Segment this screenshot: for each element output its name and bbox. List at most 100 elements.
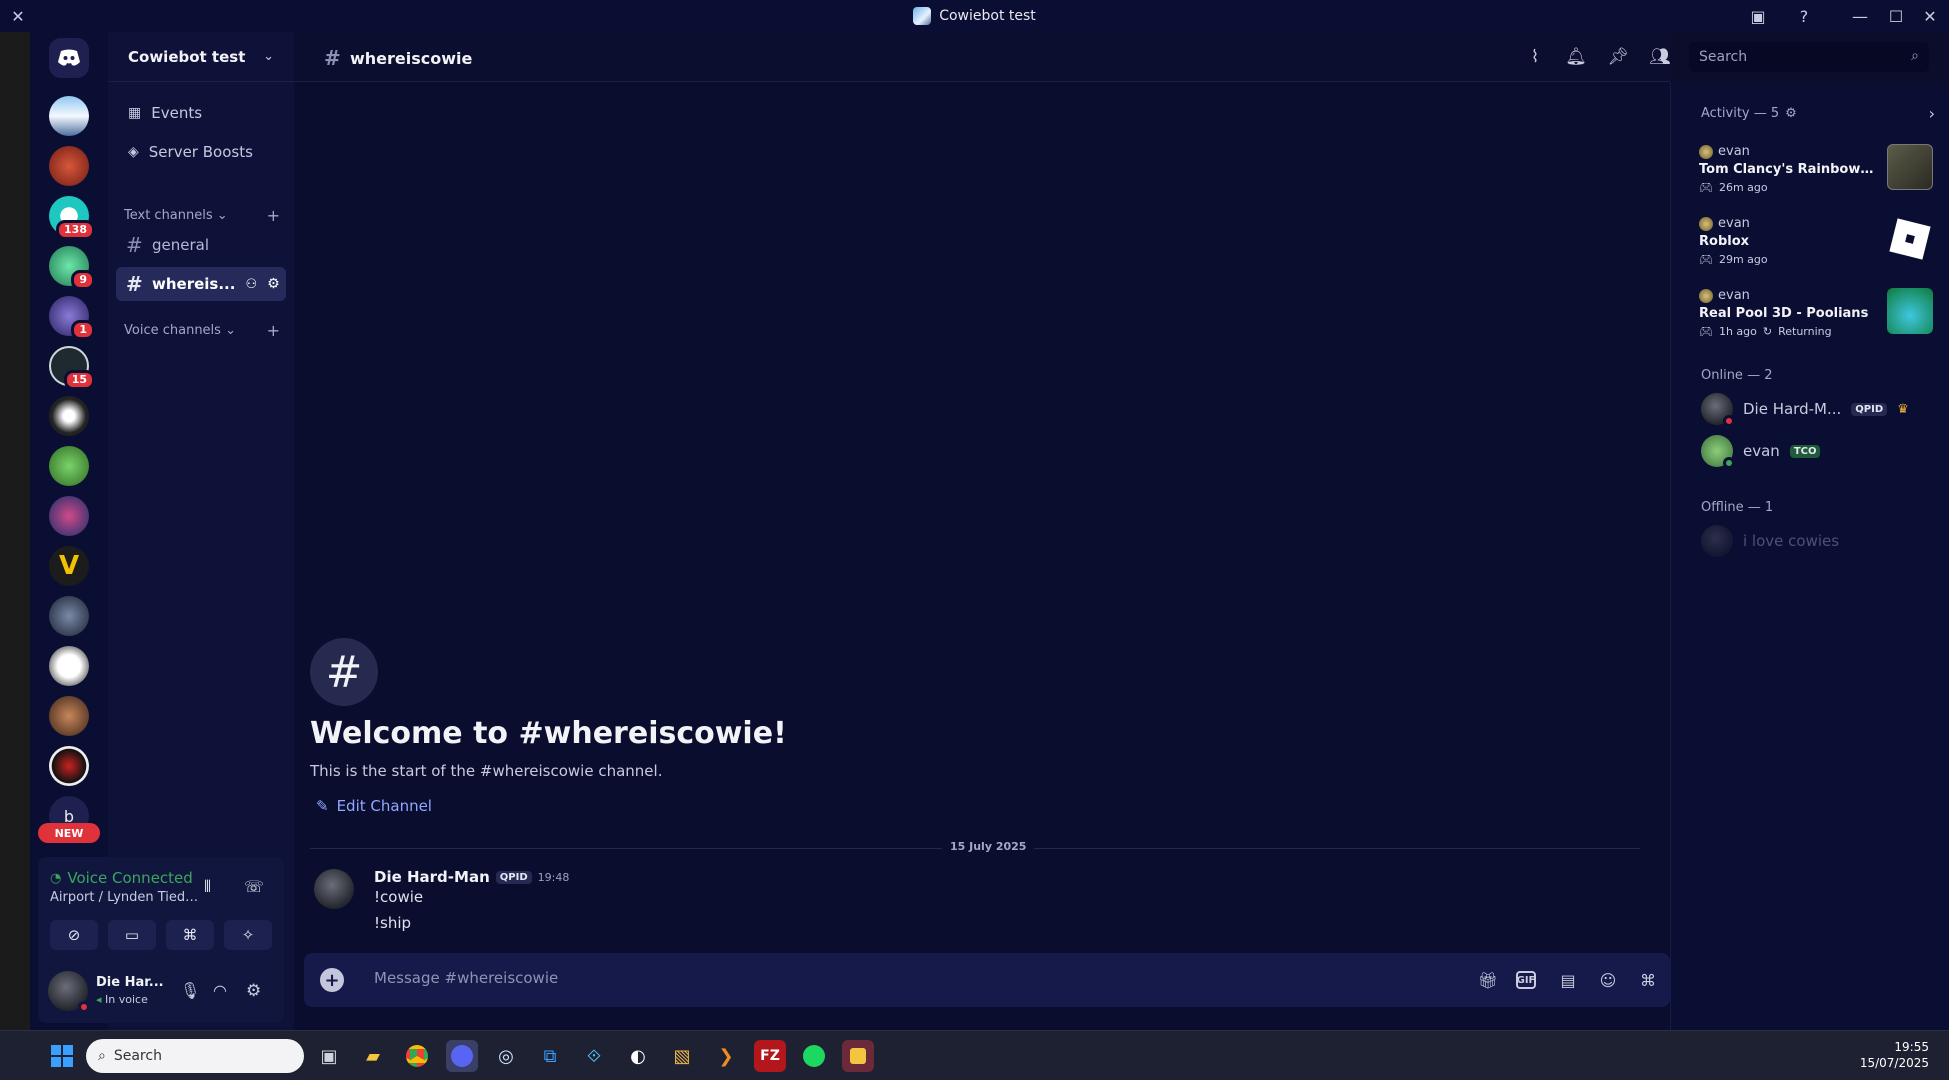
gear-icon[interactable]: ⚙ [1785, 106, 1797, 121]
invite-icon[interactable]: ⚇ [245, 277, 257, 292]
settings-gear-icon[interactable]: ⚙ [246, 981, 261, 1001]
search-icon: ⌕ [98, 1048, 106, 1064]
task-view-icon[interactable]: ▣ [313, 1040, 345, 1072]
camera-off-button[interactable]: ⊘ [50, 920, 98, 950]
minimize-icon[interactable]: — [1842, 0, 1878, 32]
welcome-subtitle: This is the start of the #whereiscowie c… [310, 762, 663, 780]
server-icon-3[interactable]: 138 [49, 196, 95, 240]
spotify-icon[interactable] [798, 1040, 830, 1072]
server-icon-8[interactable] [49, 446, 89, 486]
add-channel-icon[interactable]: + [267, 206, 280, 225]
member-row[interactable]: evan TCO [1701, 433, 1941, 469]
activity-time: 1h ago [1718, 325, 1757, 338]
filezilla-icon[interactable]: FZ [754, 1040, 786, 1072]
file-explorer-icon[interactable]: ▰ [357, 1040, 389, 1072]
activity-button[interactable]: ⌘ [166, 920, 214, 950]
message-line: !ship [374, 914, 412, 932]
nav-server-boosts[interactable]: ◈ Server Boosts [116, 135, 286, 169]
server-icon-11[interactable] [49, 596, 89, 636]
user-name[interactable]: Die Har... [96, 975, 164, 990]
guild-tag[interactable]: QPID [495, 870, 532, 884]
category-text-channels[interactable]: Text channels ⌄ + [116, 204, 286, 226]
screen-share-button[interactable]: ▭ [108, 920, 156, 950]
taskbar-search-placeholder: Search [113, 1048, 162, 1064]
channel-whereiscowie[interactable]: # whereis... ⚇ ⚙ [116, 267, 286, 301]
virtualbox-icon[interactable]: ⧉ [534, 1040, 566, 1072]
apps-icon[interactable]: ⌘ [1636, 968, 1660, 992]
inbox-icon[interactable]: ▣ [1740, 0, 1776, 32]
soundboard-button[interactable]: ✧ [224, 920, 272, 950]
member-list-icon[interactable]: 👥︎ [1649, 46, 1671, 68]
member-name: evan [1743, 442, 1780, 460]
gif-icon[interactable]: GIF [1516, 971, 1536, 989]
message-author[interactable]: Die Hard-Man [374, 868, 490, 886]
close-icon[interactable]: ✕ [1912, 0, 1948, 32]
sublime-icon[interactable]: ❯ [710, 1040, 742, 1072]
activity-card[interactable]: evan Real Pool 3D - Poolians 🎮︎ 1h ago ↻ Re… [1699, 288, 1939, 354]
gift-icon[interactable]: 🎁︎ [1476, 968, 1500, 992]
voice-status[interactable]: ◔ Voice Connected [50, 869, 193, 887]
pin-icon[interactable]: 📌︎ [1607, 46, 1629, 68]
voice-location[interactable]: Airport / Lynden Tied ... [50, 890, 200, 905]
photos-icon[interactable]: ▧ [666, 1040, 698, 1072]
category-voice-channels[interactable]: Voice channels ⌄ + [116, 319, 286, 341]
headphones-icon[interactable]: ◠ [213, 981, 227, 1000]
server-icon-5[interactable]: 1 [49, 296, 95, 340]
microphone-icon[interactable]: 🎙︎ [180, 981, 200, 1000]
attach-plus-icon[interactable]: + [320, 968, 344, 992]
close-left-icon[interactable]: ✕ [0, 0, 36, 32]
add-channel-icon[interactable]: + [267, 321, 280, 340]
server-icon-1[interactable] [49, 96, 89, 136]
bell-icon[interactable]: 🔔︎ [1565, 46, 1587, 68]
channel-label: whereis... [152, 275, 236, 293]
voice-icon: ◂ [96, 993, 102, 1006]
maximize-icon[interactable]: ☐ [1878, 0, 1914, 32]
avatar[interactable] [48, 971, 90, 1013]
server-icon-7[interactable] [49, 396, 89, 436]
new-servers-pill[interactable]: NEW [38, 823, 100, 843]
server-icon-14[interactable] [49, 746, 89, 786]
message-composer[interactable]: + Message #whereiscowie 🎁︎ GIF ▤ ☺ ⌘ [304, 953, 1670, 1007]
discord-taskbar-icon[interactable] [446, 1040, 478, 1072]
emoji-icon[interactable]: ☺ [1596, 968, 1620, 992]
search-input[interactable]: Search ⌕ [1689, 42, 1929, 72]
avatar [1701, 525, 1733, 557]
system-clock[interactable]: 19:55 15/07/2025 [1860, 1039, 1929, 1071]
server-icon-4[interactable]: 9 [49, 246, 95, 290]
activity-card[interactable]: evan Roblox 🎮︎ 29m ago [1699, 216, 1939, 282]
activity-card[interactable]: evan Tom Clancy's Rainbow Six S... 🎮︎ 26m… [1699, 144, 1939, 210]
member-row[interactable]: i love cowies [1701, 523, 1941, 559]
taskbar-search-input[interactable]: ⌕ Search [86, 1039, 304, 1073]
chevron-right-icon[interactable]: › [1929, 104, 1935, 123]
gear-icon[interactable]: ⚙ [267, 276, 280, 292]
server-icon-13[interactable] [49, 696, 89, 736]
threads-icon[interactable]: ⌇ [1524, 46, 1546, 68]
home-button[interactable] [49, 38, 89, 78]
activity-extra: Returning [1778, 325, 1832, 338]
chrome-icon[interactable] [401, 1040, 433, 1072]
status-dot [1723, 415, 1735, 427]
server-header[interactable]: Cowiebot test ⌄ [108, 32, 294, 82]
sticker-icon[interactable]: ▤ [1556, 968, 1580, 992]
disconnect-icon[interactable]: ☏ [244, 877, 264, 896]
server-icon-9[interactable] [49, 496, 89, 536]
server-icon-12[interactable] [49, 646, 89, 686]
message-avatar[interactable] [314, 869, 354, 909]
server-icon-6[interactable]: 15 [49, 346, 95, 390]
server-icon-10[interactable]: V [49, 546, 89, 586]
code-editor-icon[interactable]: ⟐ [578, 1040, 610, 1072]
voice-panel: ◔ Voice Connected Airport / Lynden Tied … [38, 857, 284, 1023]
windows-start-icon[interactable] [46, 1040, 78, 1072]
help-icon[interactable]: ? [1786, 0, 1822, 32]
server-icon-2[interactable] [49, 146, 89, 186]
edit-channel-link[interactable]: ✎ Edit Channel [316, 797, 432, 815]
nav-events[interactable]: ▦ Events [116, 96, 286, 130]
channel-general[interactable]: # general [116, 228, 286, 262]
channel-title: # whereiscowie [324, 46, 472, 70]
active-window-icon[interactable] [842, 1040, 874, 1072]
noise-suppression-icon[interactable]: ⦀ [204, 877, 211, 897]
activity-time: 26m ago [1718, 181, 1768, 194]
steam-icon[interactable]: ◎ [490, 1040, 522, 1072]
obs-icon[interactable]: ◐ [622, 1040, 654, 1072]
member-row[interactable]: Die Hard-M... QPID ♛ [1701, 391, 1941, 427]
